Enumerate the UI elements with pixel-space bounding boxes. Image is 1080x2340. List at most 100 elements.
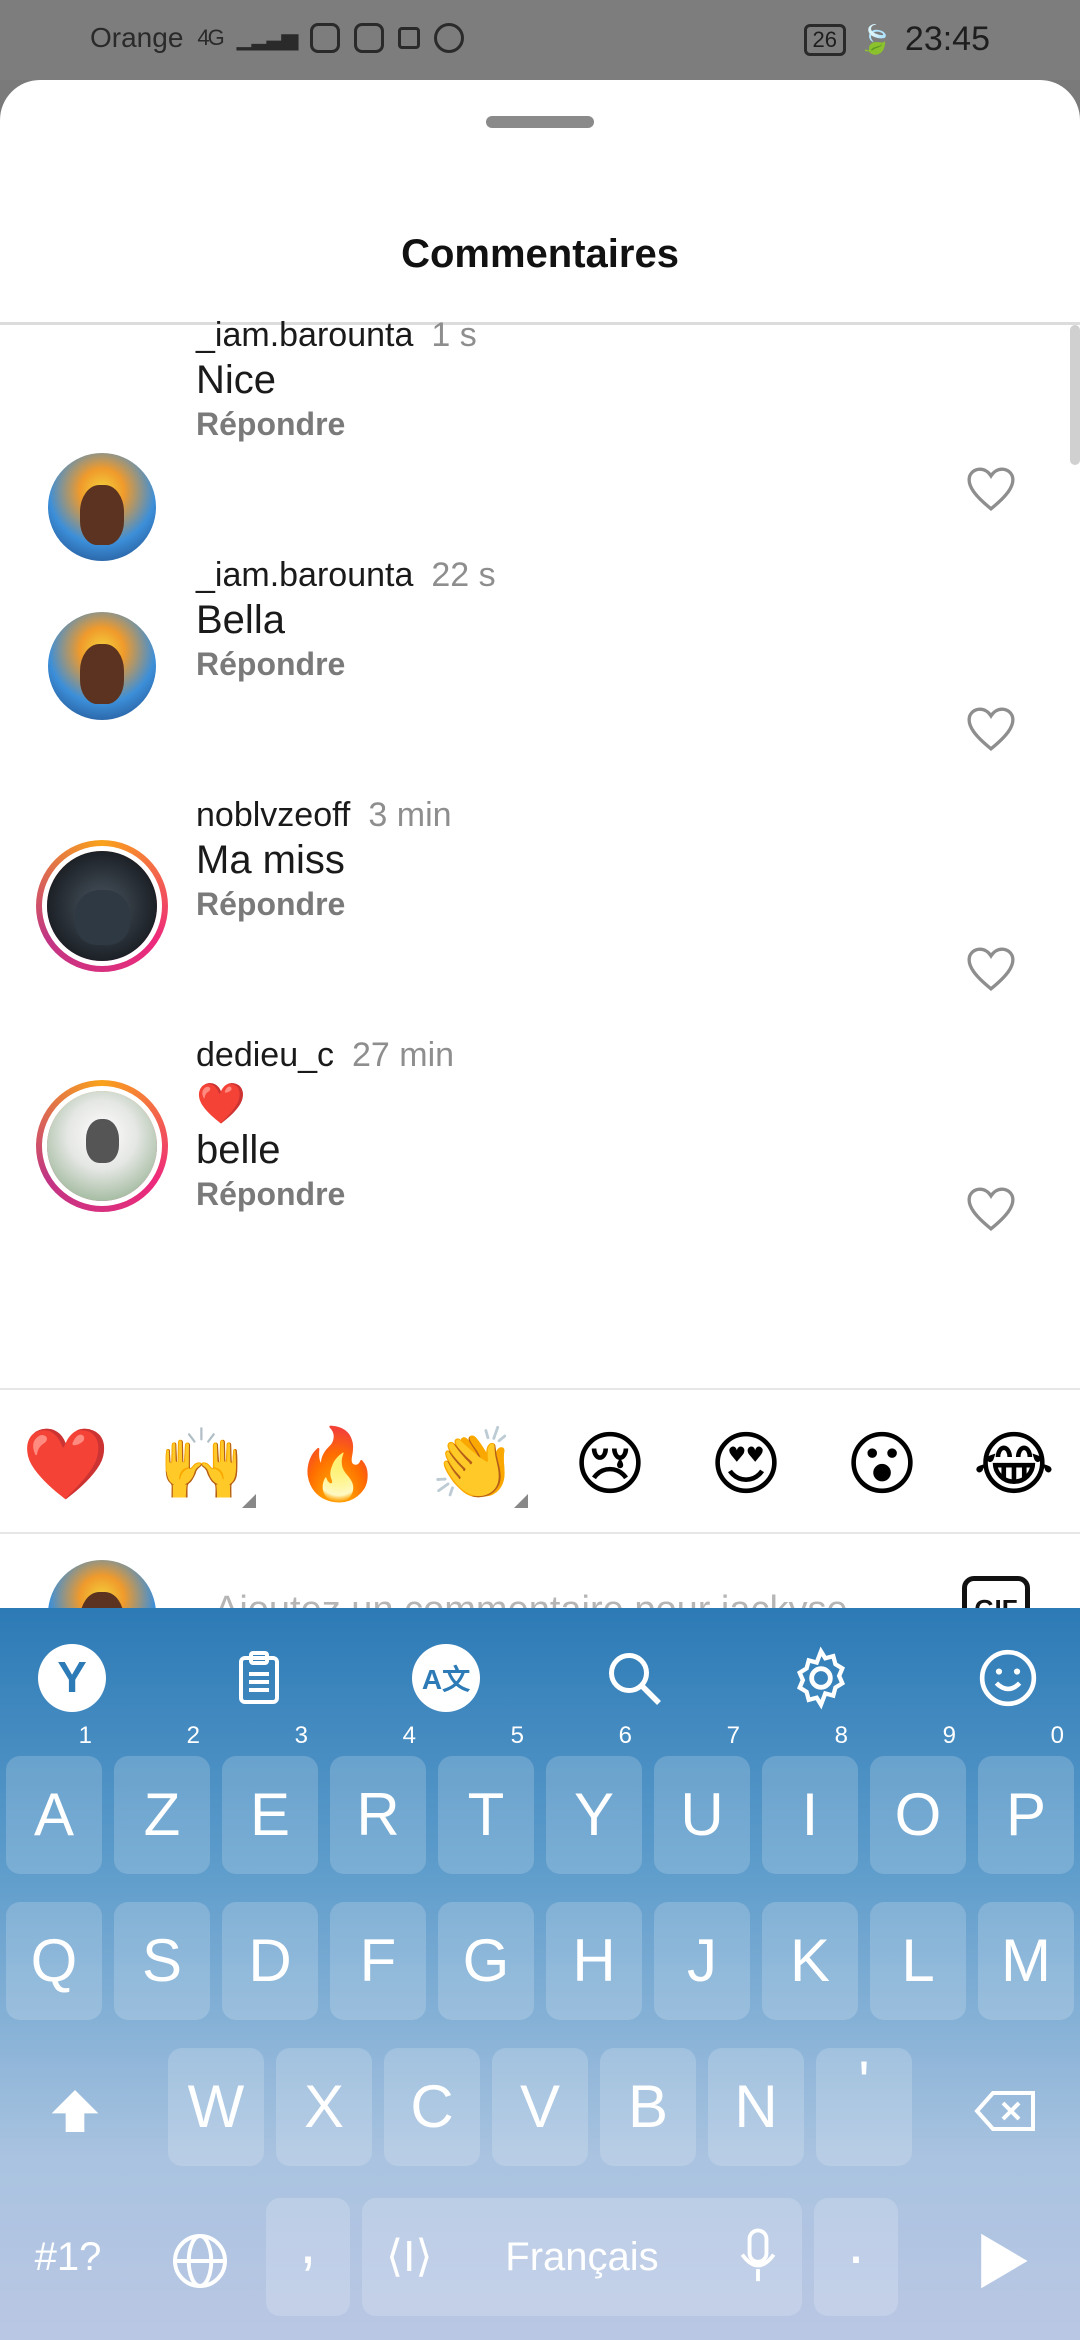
like-heart-icon[interactable]	[966, 1186, 1016, 1232]
key-hint: 8	[834, 1722, 848, 1749]
username-text[interactable]: _iam.barounta	[196, 556, 413, 594]
instagram-icon	[310, 23, 341, 53]
like-heart-icon[interactable]	[966, 466, 1016, 512]
comma-key[interactable]: ,	[266, 2198, 350, 2316]
comment-time: 27 min	[352, 1036, 455, 1074]
key-k[interactable]: K	[762, 1902, 858, 2020]
key-label[interactable]: P	[1006, 1781, 1046, 1848]
key-v[interactable]: V	[492, 2048, 588, 2166]
key-s[interactable]: S	[114, 1902, 210, 2020]
key-z[interactable]: Z2	[114, 1722, 210, 1874]
emoji-raising-hands-glyph[interactable]: 🙌	[158, 1425, 245, 1503]
shift-key[interactable]	[10, 2048, 140, 2166]
status-right: 26 🍃 23:45	[803, 20, 990, 59]
send-enter-key[interactable]	[938, 2198, 1068, 2316]
key-y[interactable]: Y6	[546, 1722, 642, 1874]
commenter-avatar-story-ring[interactable]	[36, 840, 168, 972]
key-w[interactable]: W	[168, 2048, 264, 2166]
key-e[interactable]: E3	[222, 1722, 318, 1874]
emoji-raising-hands[interactable]: 🙌	[154, 1416, 256, 1512]
key-hint: 4	[402, 1722, 416, 1749]
emoji-variant-corner-icon	[514, 1494, 528, 1508]
language-globe-icon[interactable]	[140, 2198, 260, 2316]
emoji-heart[interactable]: ❤️	[18, 1416, 114, 1512]
comment-username[interactable]: _iam.barounta 1 s	[196, 316, 477, 355]
emoji-clapping-glyph[interactable]: 👏	[430, 1425, 517, 1503]
comment-username[interactable]: _iam.barounta 22 s	[196, 556, 496, 595]
sheet-title: Commentaires	[401, 232, 679, 276]
key-label[interactable]: T	[468, 1781, 505, 1848]
username-text[interactable]: noblvzeoff	[196, 796, 350, 834]
like-heart-icon[interactable]	[966, 706, 1016, 752]
key-d[interactable]: D	[222, 1902, 318, 2020]
key-label[interactable]: A	[34, 1781, 74, 1848]
comment-input[interactable]	[214, 1578, 914, 1608]
clipboard-icon[interactable]	[225, 1644, 293, 1712]
comment-text: belle	[196, 1128, 281, 1172]
emoji-smiley-icon[interactable]	[974, 1644, 1042, 1712]
key-p[interactable]: P0	[978, 1722, 1074, 1874]
settings-gear-icon[interactable]	[787, 1644, 855, 1712]
key-h[interactable]: H	[546, 1902, 642, 2020]
key-label[interactable]: I	[802, 1781, 819, 1848]
key-b[interactable]: B	[600, 2048, 696, 2166]
emoji-surprised[interactable]: 😮	[834, 1416, 930, 1512]
key-label[interactable]: E	[250, 1781, 290, 1848]
scrollbar[interactable]	[1070, 325, 1080, 465]
key-q[interactable]: Q	[6, 1902, 102, 2020]
reply-button[interactable]: Répondre	[196, 886, 345, 923]
key-u[interactable]: U7	[654, 1722, 750, 1874]
key-j[interactable]: J	[654, 1902, 750, 2020]
key-g[interactable]: G	[438, 1902, 534, 2020]
username-text[interactable]: dedieu_c	[196, 1036, 334, 1074]
gif-button[interactable]: GIF	[962, 1576, 1030, 1608]
key-label[interactable]: R	[356, 1781, 399, 1848]
comment-username[interactable]: noblvzeoff 3 min	[196, 796, 452, 835]
commenter-avatar[interactable]	[48, 612, 156, 720]
key-hint: 9	[942, 1722, 956, 1749]
status-bar: Orange 4G ▁▂▃▅ 26 🍃 23:45	[0, 0, 1080, 80]
period-key[interactable]: .	[814, 2198, 898, 2316]
whatsapp-icon	[434, 23, 465, 53]
comment-time: 3 min	[368, 796, 452, 834]
key-n[interactable]: N	[708, 2048, 804, 2166]
reply-button[interactable]: Répondre	[196, 406, 345, 443]
key-label[interactable]: Z	[144, 1781, 181, 1848]
key-label[interactable]: U	[680, 1781, 723, 1848]
key-hint: 6	[618, 1722, 632, 1749]
like-heart-icon[interactable]	[966, 946, 1016, 992]
key-a[interactable]: A1	[6, 1722, 102, 1874]
key-t[interactable]: T5	[438, 1722, 534, 1874]
key-label[interactable]: O	[895, 1781, 942, 1848]
key-o[interactable]: O9	[870, 1722, 966, 1874]
key-l[interactable]: L	[870, 1902, 966, 2020]
commenter-avatar[interactable]	[48, 453, 156, 561]
commenter-avatar-story-ring[interactable]	[36, 1080, 168, 1212]
key-m[interactable]: M	[978, 1902, 1074, 2020]
comment-username[interactable]: dedieu_c 27 min	[196, 1036, 454, 1075]
username-text[interactable]: _iam.barounta	[196, 316, 413, 354]
emoji-crying[interactable]: 😢	[562, 1416, 658, 1512]
emoji-laughing[interactable]: 😂	[966, 1416, 1062, 1512]
search-icon[interactable]	[600, 1644, 668, 1712]
key-i[interactable]: I8	[762, 1722, 858, 1874]
key-f[interactable]: F	[330, 1902, 426, 2020]
key-c[interactable]: C	[384, 2048, 480, 2166]
emoji-reaction-bar: ❤️ 🙌 🔥 👏 😢 😍 😮 😂	[0, 1388, 1080, 1534]
emoji-fire[interactable]: 🔥	[290, 1416, 386, 1512]
status-left: Orange 4G ▁▂▃▅	[90, 22, 465, 54]
key-label[interactable]: Y	[574, 1781, 614, 1848]
emoji-heart-eyes[interactable]: 😍	[698, 1416, 794, 1512]
backspace-key[interactable]	[940, 2048, 1070, 2166]
symbols-key[interactable]: #1?	[8, 2198, 128, 2316]
yandex-logo-icon[interactable]: Y	[38, 1644, 106, 1712]
reply-button[interactable]: Répondre	[196, 646, 345, 683]
reply-button[interactable]: Répondre	[196, 1176, 345, 1213]
translate-icon[interactable]: A文	[412, 1644, 480, 1712]
emoji-clapping[interactable]: 👏	[426, 1416, 528, 1512]
sheet-drag-handle[interactable]	[486, 116, 594, 128]
space-bar[interactable]: ⟨I⟩ Français	[362, 2198, 802, 2316]
key-r[interactable]: R4	[330, 1722, 426, 1874]
key-x[interactable]: X	[276, 2048, 372, 2166]
key-apostrophe[interactable]: '	[816, 2048, 912, 2166]
